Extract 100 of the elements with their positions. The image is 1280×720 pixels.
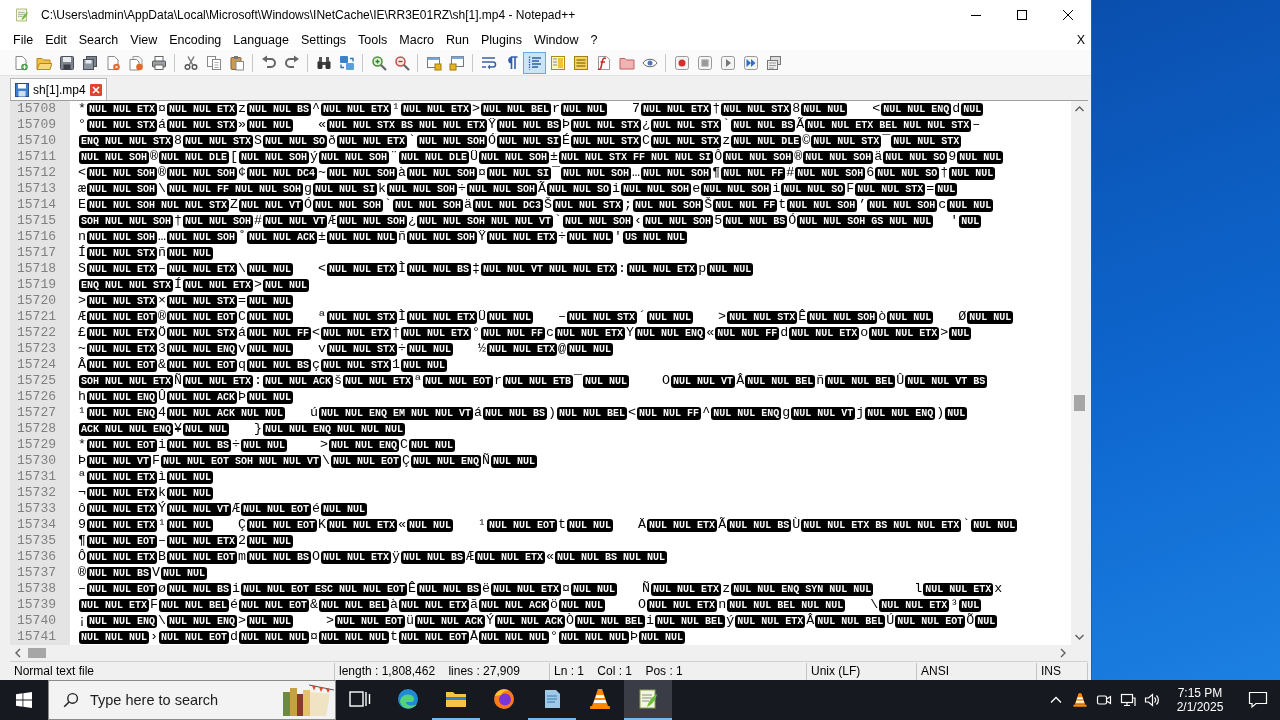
close-all-icon <box>127 54 144 71</box>
search-icon <box>63 692 79 708</box>
line-number: 15726 <box>10 389 70 405</box>
list-panel-icon <box>572 54 589 71</box>
line-number: 15737 <box>10 565 70 581</box>
scrollbar-thumb[interactable] <box>1074 395 1085 411</box>
menu-item[interactable]: Tools <box>352 30 394 50</box>
traffic-cone-icon <box>588 687 612 711</box>
file-tab[interactable]: sh[1].mp4 <box>10 78 107 100</box>
code-line: ° NUL NUL STX á NUL NUL STX » NUL NUL « NUL NUL STX BS NUL NUL ETX Ÿ NUL NUL BS Þ NUL NUL STX ¿ NUL NUL STX ` NUL NUL BS Ã NUL NUL ETX BEL NUL NUL STX – <box>78 117 981 133</box>
code-line: ® NUL NUL BS V NUL NUL <box>78 565 209 581</box>
line-number: 15733 <box>10 501 70 517</box>
play-icon <box>719 54 736 71</box>
network-icon[interactable] <box>1120 692 1136 708</box>
menu-item[interactable]: Encoding <box>163 30 228 50</box>
line-number: 15721 <box>10 309 70 325</box>
menu-item[interactable]: Window <box>527 30 585 50</box>
tab-close-icon[interactable] <box>89 83 102 96</box>
line-number: 15713 <box>10 181 70 197</box>
line-number: 15725 <box>10 373 70 389</box>
code-line: * NUL NUL EOT i NUL NUL BS ÷ NUL NUL > NUL NUL ENQ C NUL NUL <box>78 437 457 453</box>
record-icon <box>673 54 690 71</box>
code-line: æ NUL NUL SOH \ NUL NUL FF NUL NUL SOH g NUL NUL SI k NUL NUL SOH ÷ NUL NUL SOH Ã NUL NUL SO i NUL NUL SOH e NUL NUL SOH i NUL NUL SO F NUL NUL STX = NUL <box>78 181 959 197</box>
line-number: 15730 <box>10 453 70 469</box>
code-line: ¬ NUL NUL ETX k NUL NUL <box>78 485 215 501</box>
line-number: 15735 <box>10 533 70 549</box>
line-number: 15711 <box>10 149 70 165</box>
status-text: Unix (LF) <box>807 662 917 680</box>
window-lock-icon <box>425 54 442 71</box>
code-line: ¹ NUL NUL ENQ 4 NUL NUL ACK NUL NUL ú NUL NUL ENQ EM NUL NUL VT á NUL NUL BS ) NUL NUL BEL < NUL NUL FF ^ NUL NUL ENQ g NUL NUL VT j NUL NUL ENQ ) NUL <box>78 405 969 421</box>
code-line: Í NUL NUL STX ñ NUL NUL <box>78 245 215 261</box>
menu-item[interactable]: Macro <box>393 30 441 50</box>
code-line: h NUL NUL ENQ Û NUL NUL ACK Þ NUL NUL <box>78 389 295 405</box>
menu-item[interactable]: ? <box>584 30 604 50</box>
swirl-icon <box>396 687 420 711</box>
status-text: INS <box>1037 662 1088 680</box>
word-wrap-icon <box>480 54 497 71</box>
window-lock-icon <box>448 54 465 71</box>
line-number: 15718 <box>10 261 70 277</box>
code-line: ENQ NUL NUL STX 8 NUL NUL STX S NUL NUL SO ð NUL NUL ETX ` NUL NUL SOH Ó NUL NUL SI É NUL NUL STX C NUL NUL STX z NUL NUL DLE © NUL NUL STX ¯ NUL NUL STX <box>78 133 963 149</box>
code-line: n NUL NUL SOH … NUL NUL SOH ˚ NUL NUL ACK ± NUL NUL NUL ñ NUL NUL SOH Ÿ NUL NUL ETX ÷ NUL NUL ' US NUL NUL <box>78 229 689 245</box>
line-number: 15708 <box>10 101 70 117</box>
windows-logo-icon <box>16 692 32 708</box>
vertical-scrollbar[interactable] <box>1071 101 1088 645</box>
code-line: S NUL NUL ETX – NUL NUL ETX \ NUL NUL < NUL NUL ETX Ì NUL NUL BS ‡ NUL NUL VT NUL NUL ETX : NUL NUL ETX p NUL NUL <box>78 261 755 277</box>
code-line: NUL NUL SOH ® NUL NUL DLE [ NUL NUL SOH ý NUL NUL SOH ¨ NUL NUL DLE Ü NUL NUL SOH ± NUL NUL STX FF NUL NUL SI Ô NUL NUL SOH ® NUL NUL SOH ä NUL NUL SO 9 NUL NUL <box>78 149 1005 165</box>
printer-icon <box>150 54 167 71</box>
document-map-icon <box>549 54 566 71</box>
line-number: 15709 <box>10 117 70 133</box>
line-number: 15720 <box>10 293 70 309</box>
scissors-icon <box>182 54 199 71</box>
function-icon <box>595 54 612 71</box>
line-number: 15724 <box>10 357 70 373</box>
line-number: 15712 <box>10 165 70 181</box>
close-document-button[interactable]: X <box>1070 30 1091 50</box>
line-number: 15717 <box>10 245 70 261</box>
code-line: NUL NUL NUL › NUL NUL EOT d NUL NUL NUL ¤ NUL NUL NUL t NUL NUL EOT Å NUL NUL NUL ° NUL NUL NUL Þ NUL NUL <box>78 629 687 645</box>
menu-item[interactable]: Settings <box>294 30 353 50</box>
menu-item[interactable]: Search <box>72 30 125 50</box>
window-title: C:\Users\admin\AppData\Local\Microsoft\Windows\INetCache\IE\RR3E01RZ\sh[1].mp4 - Notepad++ <box>41 8 576 22</box>
status-text: Normal text file <box>10 662 335 680</box>
volume-icon[interactable] <box>1144 692 1160 708</box>
traffic-cone-icon[interactable] <box>1072 692 1088 708</box>
menu-item[interactable]: Edit <box>39 30 73 50</box>
line-number: 15738 <box>10 581 70 597</box>
line-number: 15723 <box>10 341 70 357</box>
copy-icon <box>205 54 222 71</box>
code-line: Ô NUL NUL ETX B NUL NUL EOT m NUL NUL BS O NUL NUL ETX ÿ NUL NUL BS Æ NUL NUL ETX « NUL NUL BS NUL NUL <box>78 549 669 565</box>
fast-forward-icon <box>742 54 759 71</box>
line-number: 15714 <box>10 197 70 213</box>
code-line: Â NUL NUL EOT & NUL NUL EOT q NUL NUL BS ç NUL NUL STX 1 NUL NUL <box>78 357 449 373</box>
camera-icon[interactable] <box>1096 692 1112 708</box>
close-file-icon <box>104 54 121 71</box>
line-number: 15710 <box>10 133 70 149</box>
code-line: SOH NUL NUL SOH † NUL NUL SOH # NUL NUL VT Æ NUL NUL SOH ¿ NUL NUL SOH NUL NUL VT ` NUL NUL SOH ‹ NUL NUL SOH 5 NUL NUL BS Ó NUL NUL SOH GS NUL NUL ' NUL <box>78 213 983 229</box>
code-line: ¡ NUL NUL ENQ \ NUL NUL ENQ > NUL NUL > NUL NUL EOT ü NUL NUL ACK Ý NUL NUL ACK Ò NUL NUL BEL i NUL NUL BEL ý NUL NUL ETX Â NUL NUL BEL Ú NUL NUL EOT Õ NUL <box>78 613 999 629</box>
line-number: 15729 <box>10 437 70 453</box>
menu-item[interactable]: File <box>7 30 40 50</box>
clock-button[interactable]: 7:15 PM 2/1/2025 <box>1164 680 1236 720</box>
menu-item[interactable]: Plugins <box>474 30 528 50</box>
scrollbar-thumb[interactable] <box>28 648 46 658</box>
taskbar-app-button[interactable] <box>624 680 672 720</box>
menu-item[interactable]: View <box>124 30 164 50</box>
code-line: Þ NUL NUL VT F NUL NUL EOT SOH NUL NUL VT \ NUL NUL EOT Ç NUL NUL ENQ Ñ NUL NUL <box>78 453 539 469</box>
close-icon <box>1063 10 1073 20</box>
code-line: ¶ NUL NUL EOT – NUL NUL ETX 2 NUL NUL <box>78 533 295 549</box>
code-line: ENQ NUL NUL STX Í NUL NUL ETX > NUL NUL <box>78 277 311 293</box>
menu-item[interactable]: Language <box>227 30 295 50</box>
task-view-icon <box>349 689 371 709</box>
code-line: ô NUL NUL ETX Ý NUL NUL VT Æ NUL NUL EOT é NUL NUL <box>78 501 369 517</box>
line-number: 15722 <box>10 325 70 341</box>
maximize-icon <box>1017 10 1027 20</box>
line-number: 15731 <box>10 469 70 485</box>
code-line: ~ NUL NUL ETX 3 NUL NUL ENQ v NUL NUL v NUL NUL STX ÷ NUL NUL ½ NUL NUL ETX @ NUL NUL <box>78 341 615 357</box>
stop-icon <box>696 54 713 71</box>
stacked-windows-icon <box>765 54 782 71</box>
menu-item[interactable]: Run <box>440 30 475 50</box>
undo-icon <box>260 54 277 71</box>
notepad-icon <box>636 687 660 711</box>
notepad-icon <box>14 7 30 23</box>
